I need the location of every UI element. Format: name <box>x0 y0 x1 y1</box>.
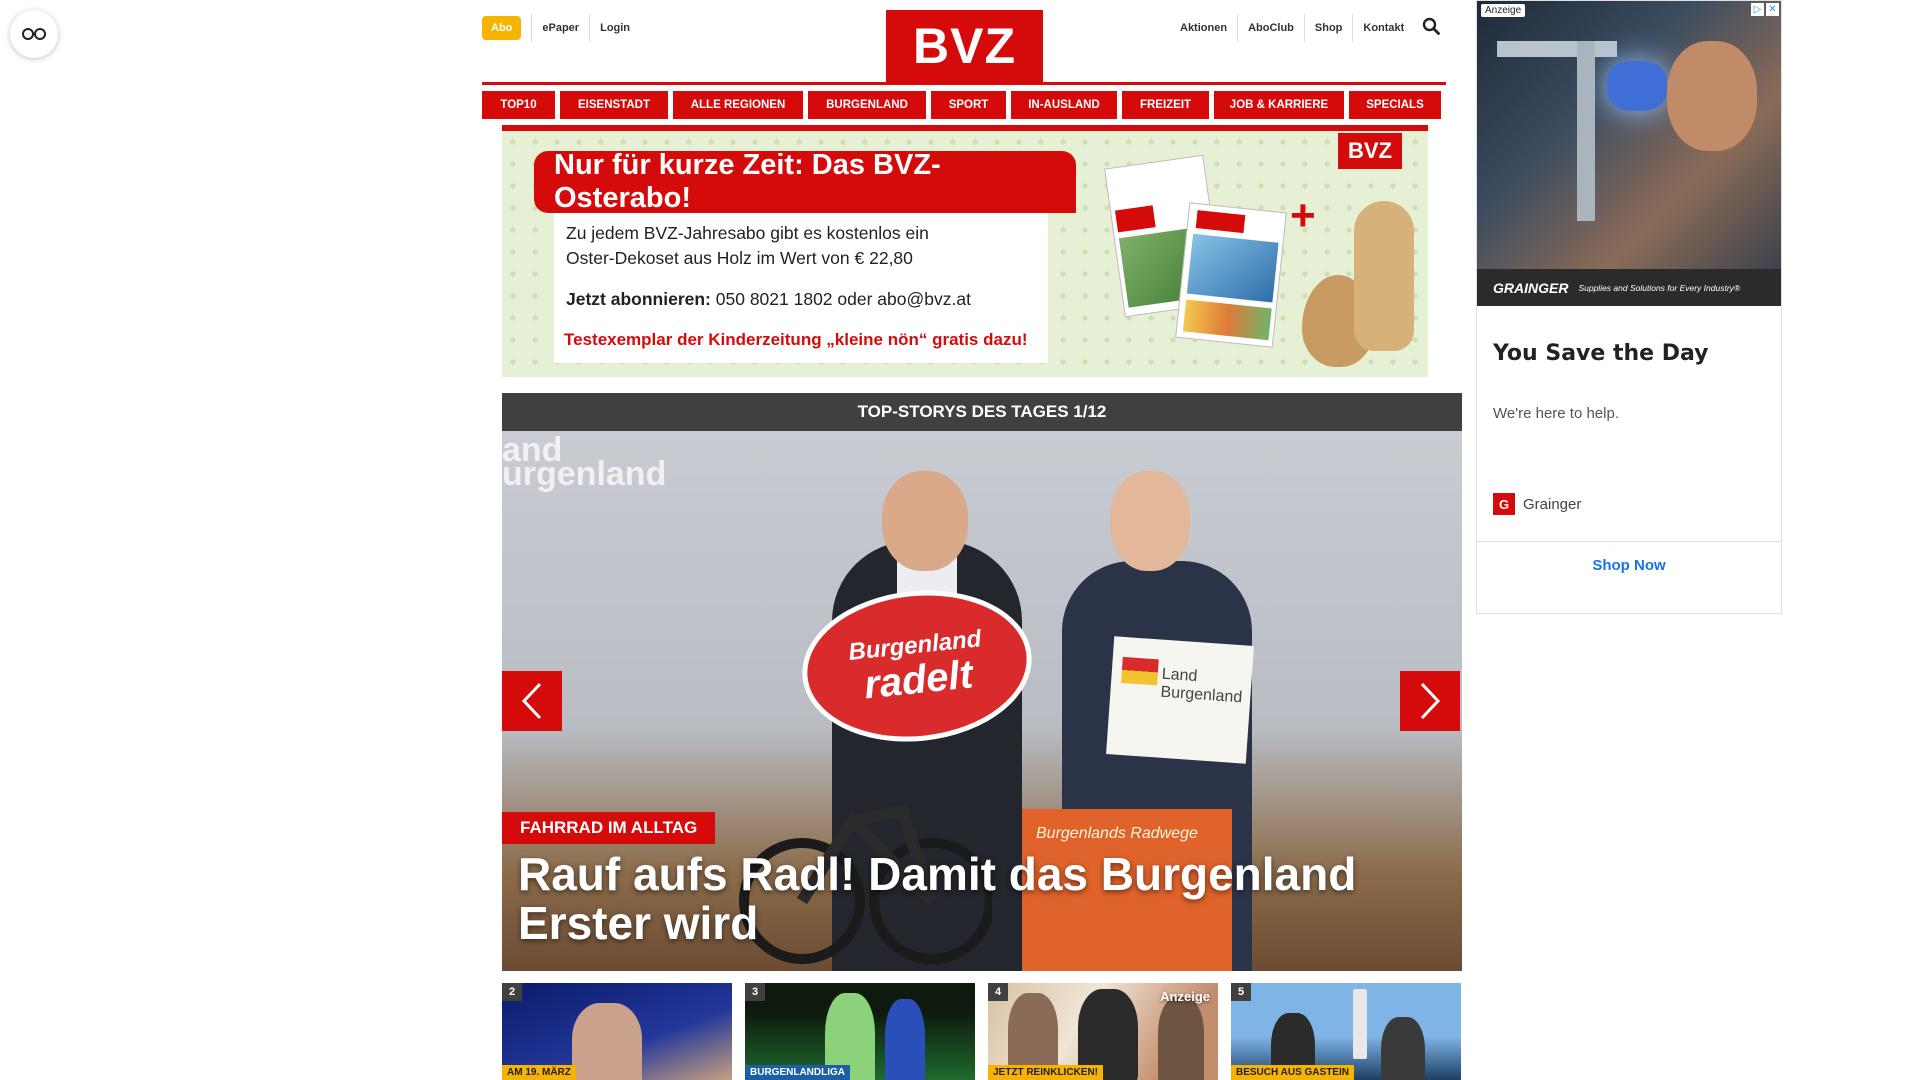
thumbnail-number: 4 <box>988 983 1008 1001</box>
ad-glove-light-image <box>1607 61 1667 111</box>
promo-headline: Nur für kurze Zeit: Das BVZ-Osterabo! <box>534 149 1076 214</box>
story-thumbnails: 2 AM 19. MÄRZ 3 BURGENLANDLIGA 4 Anzeige… <box>502 983 1462 1080</box>
bvz-logo[interactable]: BVZ <box>886 10 1043 82</box>
sidebar-ad[interactable]: GRAINGER Supplies and Solutions for Ever… <box>1476 0 1782 614</box>
grainger-band-logo: GRAINGER <box>1493 279 1569 296</box>
ad-description: We're here to help. <box>1493 405 1619 422</box>
ad-brand-band: GRAINGER Supplies and Solutions for Ever… <box>1477 269 1781 306</box>
hero-headline[interactable]: Rauf aufs Radl! Damit das Burgenland Ers… <box>518 850 1418 948</box>
nav-item-in-ausland[interactable]: IN-AUSLAND <box>1011 91 1117 119</box>
osterabo-promo-banner[interactable]: Nur für kurze Zeit: Das BVZ-Osterabo! Zu… <box>502 125 1428 377</box>
person-left-head <box>882 471 968 571</box>
ad-info-icon[interactable]: ▷ <box>1751 3 1764 16</box>
nav-item-freizeit[interactable]: FREIZEIT <box>1122 91 1209 119</box>
ad-pipe-vertical-image <box>1577 41 1595 221</box>
ad-advertiser[interactable]: G Grainger <box>1493 493 1581 515</box>
promo-line-2: Oster-Dekoset aus Holz im Wert von € 22,… <box>566 248 913 268</box>
ad-image[interactable]: GRAINGER Supplies and Solutions for Ever… <box>1477 1 1781 306</box>
person-right-head <box>1110 471 1190 571</box>
ad-pipe-image <box>1497 41 1617 57</box>
thumbnail-tag: BESUCH AUS GASTEIN <box>1231 1065 1354 1080</box>
aktionen-link[interactable]: Aktionen <box>1170 14 1239 42</box>
nav-item-sport[interactable]: SPORT <box>931 91 1006 119</box>
ad-divider <box>1477 541 1781 542</box>
sign-line-2: radelt <box>861 652 975 708</box>
thumbnail-story-5[interactable]: 5 BESUCH AUS GASTEIN <box>1231 983 1461 1080</box>
thumbnail-number: 2 <box>502 983 522 1001</box>
promo-bvz-logo: BVZ <box>1338 133 1402 169</box>
promo-description: Zu jedem BVZ-Jahresabo gibt es kostenlos… <box>566 221 1006 271</box>
glasses-icon <box>22 28 46 40</box>
thumbnail-tag: AM 19. MÄRZ <box>502 1065 576 1080</box>
grainger-slogan: Supplies and Solutions for Every Industr… <box>1578 282 1741 293</box>
thumbnail-story-2[interactable]: 2 AM 19. MÄRZ <box>502 983 732 1080</box>
ad-label: Anzeige <box>1481 4 1526 17</box>
ad-choices[interactable]: ▷ ✕ <box>1751 3 1779 16</box>
burgenland-flag-icon <box>1121 656 1159 686</box>
thumbnail-story-4[interactable]: 4 Anzeige JETZT REINKLICKEN! <box>988 983 1218 1080</box>
thumbnail-tag: JETZT REINKLICKEN! <box>988 1065 1103 1080</box>
close-icon[interactable]: ✕ <box>1766 3 1779 16</box>
kontakt-link[interactable]: Kontakt <box>1353 14 1414 42</box>
thumbnail-number: 3 <box>745 983 765 1001</box>
search-icon[interactable] <box>1422 17 1441 40</box>
aboclub-link[interactable]: AboClub <box>1238 14 1305 42</box>
chevron-left-icon <box>521 682 542 720</box>
plus-sign: + <box>1290 191 1316 240</box>
reader-mode-button[interactable] <box>10 10 58 58</box>
header-left-links: Abo ePaper Login <box>482 14 640 42</box>
carousel-next-button[interactable] <box>1400 671 1460 731</box>
nav-item-eisenstadt[interactable]: EISENSTADT <box>560 91 668 119</box>
epaper-link[interactable]: ePaper <box>531 14 589 42</box>
land-burgenland-sign: Land Burgenland <box>1106 636 1254 764</box>
promo-kids-offer: Testexemplar der Kinderzeitung „kleine n… <box>564 330 1028 349</box>
header-divider <box>482 82 1446 85</box>
login-link[interactable]: Login <box>589 14 640 42</box>
abo-button[interactable]: Abo <box>482 16 522 40</box>
wooden-bunny-image <box>1354 201 1414 351</box>
top-stories-header: TOP-STORYS DES TAGES 1/12 <box>502 393 1462 431</box>
thumbnail-ad-label: Anzeige <box>1160 989 1210 1004</box>
nav-item-alle-regionen[interactable]: ALLE REGIONEN <box>673 91 803 119</box>
chevron-right-icon <box>1420 682 1441 720</box>
shop-link[interactable]: Shop <box>1305 14 1354 42</box>
carousel-prev-button[interactable] <box>502 671 562 731</box>
main-navigation: TOP10 EISENSTADT ALLE REGIONEN BURGENLAN… <box>482 91 1446 119</box>
nav-item-top10[interactable]: TOP10 <box>482 91 555 119</box>
radwege-panel-text: Burgenlands Radwege <box>1036 825 1198 842</box>
kleine-noen-magazine-image <box>1175 202 1287 348</box>
nav-item-specials[interactable]: SPECIALS <box>1349 91 1441 119</box>
promo-line-1: Zu jedem BVZ-Jahresabo gibt es kostenlos… <box>566 223 929 243</box>
thumbnail-tag: BURGENLANDLIGA <box>745 1065 850 1080</box>
promo-cta: Jetzt abonnieren: 050 8021 1802 oder abo… <box>566 289 971 310</box>
nav-item-burgenland[interactable]: BURGENLAND <box>808 91 926 119</box>
advertiser-name: Grainger <box>1523 495 1582 513</box>
thumbnail-story-3[interactable]: 3 BURGENLANDLIGA <box>745 983 975 1080</box>
promo-cta-bold: Jetzt abonnieren: <box>566 289 711 309</box>
ad-person-image <box>1667 41 1757 151</box>
shop-now-button[interactable]: Shop Now <box>1477 557 1781 574</box>
nav-item-job-karriere[interactable]: JOB & KARRIERE <box>1214 91 1344 119</box>
grainger-logo-icon: G <box>1493 493 1515 515</box>
thumbnail-number: 5 <box>1231 983 1251 1001</box>
header-right-links: Aktionen AboClub Shop Kontakt <box>1170 12 1441 44</box>
hero-kicker[interactable]: FAHRRAD IM ALLTAG <box>502 812 716 844</box>
promo-cta-contact: 050 8021 1802 oder abo@bvz.at <box>710 289 971 309</box>
ad-title[interactable]: You Save the Day <box>1493 341 1709 366</box>
hero-backdrop-text-2: urgenland <box>502 455 667 493</box>
land-burgenland-text: Land Burgenland <box>1159 665 1243 707</box>
